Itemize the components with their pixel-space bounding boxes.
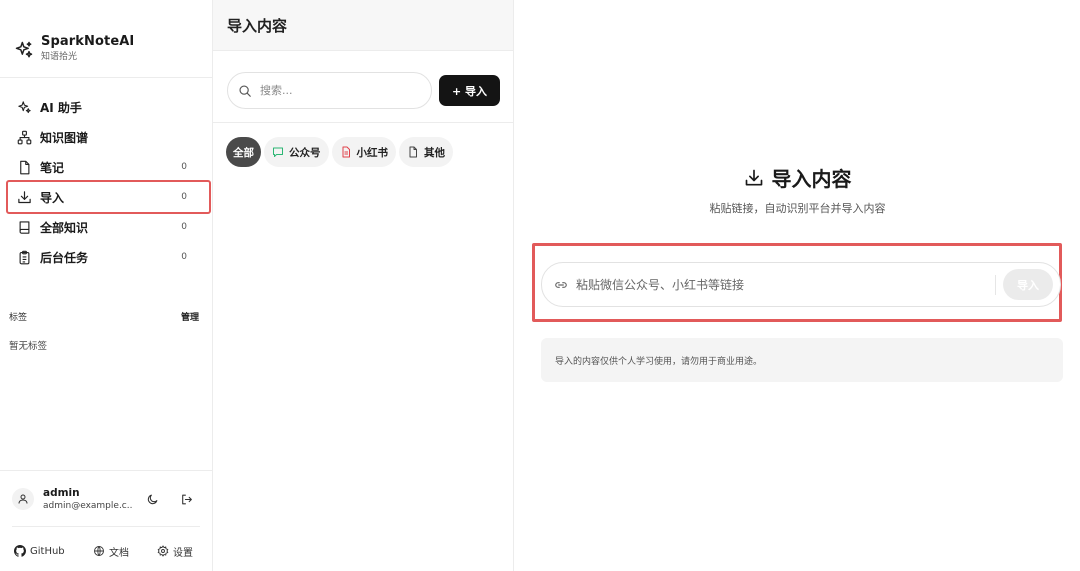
sidebar-item-ai-assistant[interactable]: AI 助手 (8, 92, 209, 122)
import-subtitle: 粘贴链接，自动识别平台并导入内容 (709, 202, 886, 215)
logout-button[interactable] (178, 491, 194, 507)
settings-label: 设置 (173, 547, 193, 559)
divider (12, 526, 200, 527)
github-label: GitHub (30, 545, 65, 557)
filter-label: 公众号 (289, 146, 321, 159)
filter-xiaohongshu[interactable]: 小红书 (331, 137, 396, 167)
brand-subtitle: 知语拾光 (41, 52, 78, 62)
note-icon (16, 159, 32, 175)
panel-header: 导入内容 (213, 0, 513, 51)
sidebar-footer: GitHub 文档 设置 (0, 542, 213, 560)
link-icon (555, 281, 567, 288)
filter-label: 全部 (233, 146, 254, 159)
sidebar-item-import[interactable]: 导入 0 (6, 180, 211, 214)
filter-other[interactable]: 其他 (399, 137, 453, 167)
sparkles-icon (16, 99, 32, 115)
divider (995, 275, 996, 295)
filter-wechat[interactable]: 公众号 (264, 137, 329, 167)
search-input[interactable] (260, 84, 420, 97)
import-main-panel: 导入内容 粘贴链接，自动识别平台并导入内容 导入 导入的内容仅供个人学习使用，请… (515, 0, 1080, 571)
tags-header: 标签 管理 (9, 310, 199, 323)
panel-title: 导入内容 (227, 16, 288, 35)
docs-label: 文档 (109, 547, 129, 559)
user-name: admin (43, 487, 80, 499)
tags-label: 标签 (9, 313, 28, 323)
docs-link[interactable]: 文档 (93, 544, 129, 559)
settings-link[interactable]: 设置 (157, 544, 193, 559)
moon-icon (147, 494, 157, 504)
wechat-icon (273, 147, 283, 157)
brand-name: SparkNoteAI (41, 34, 135, 49)
divider (0, 77, 213, 78)
filter-label: 其他 (424, 146, 445, 159)
divider (213, 122, 514, 123)
count-badge: 0 (181, 162, 187, 172)
import-list-panel: 导入内容 + 导入 全部 公众号 小红书 (213, 0, 514, 571)
theme-toggle-button[interactable] (144, 491, 160, 507)
logout-icon (181, 494, 192, 504)
sidebar-item-label: 知识图谱 (40, 130, 89, 145)
sidebar-nav: AI 助手 知识图谱 笔记 0 导入 0 全部知识 0 后台任务 0 (6, 92, 211, 272)
sidebar: SparkNoteAI 知语拾光 AI 助手 知识图谱 笔记 0 导入 0 全部… (0, 0, 213, 571)
count-badge: 0 (181, 222, 187, 232)
filter-label: 小红书 (356, 146, 389, 159)
sidebar-item-knowledge-graph[interactable]: 知识图谱 (8, 122, 209, 152)
globe-icon (94, 546, 104, 557)
link-input-box[interactable]: 导入 (541, 262, 1061, 307)
sidebar-item-all-knowledge[interactable]: 全部知识 0 (8, 212, 209, 242)
filter-all[interactable]: 全部 (226, 137, 261, 167)
search-box[interactable] (227, 72, 432, 109)
xiaohongshu-icon (342, 146, 350, 158)
gear-icon (157, 545, 169, 557)
tags-empty-text: 暂无标签 (9, 341, 48, 352)
link-input[interactable] (576, 277, 986, 292)
sidebar-item-background-tasks[interactable]: 后台任务 0 (8, 242, 209, 272)
sidebar-item-label: 导入 (40, 190, 65, 205)
source-filters: 全部 公众号 小红书 其他 (226, 137, 456, 167)
sidebar-item-notes[interactable]: 笔记 0 (8, 152, 209, 182)
download-icon (16, 189, 32, 205)
book-icon (16, 219, 32, 235)
divider (0, 470, 213, 471)
sidebar-item-label: 后台任务 (40, 250, 89, 265)
count-badge: 0 (181, 252, 187, 262)
notice-text: 导入的内容仅供个人学习使用，请勿用于商业用途。 (555, 356, 763, 367)
github-link[interactable]: GitHub (14, 545, 65, 557)
import-title: 导入内容 (771, 167, 852, 191)
user-icon (18, 494, 28, 504)
clipboard-icon (16, 249, 32, 265)
import-submit-button[interactable]: 导入 (1003, 269, 1053, 300)
download-icon (745, 169, 762, 185)
search-icon (239, 84, 251, 97)
sidebar-item-label: AI 助手 (40, 100, 82, 115)
sidebar-item-label: 全部知识 (40, 220, 89, 235)
tags-manage-button[interactable]: 管理 (181, 310, 199, 323)
sidebar-item-label: 笔记 (40, 160, 65, 175)
count-badge: 0 (181, 192, 187, 202)
import-button[interactable]: + 导入 (439, 75, 500, 106)
graph-icon (16, 129, 32, 145)
brand[interactable]: SparkNoteAI 知语拾光 (14, 34, 134, 63)
user-profile: admin admin@example.c... (12, 486, 202, 514)
disclaimer-notice: 导入的内容仅供个人学习使用，请勿用于商业用途。 (541, 338, 1063, 382)
sparkles-icon (15, 41, 33, 58)
user-email: admin@example.c... (43, 501, 133, 511)
file-icon (409, 146, 417, 158)
avatar[interactable] (12, 488, 34, 510)
import-heading: 导入内容 (515, 163, 1080, 192)
github-icon (14, 545, 26, 557)
